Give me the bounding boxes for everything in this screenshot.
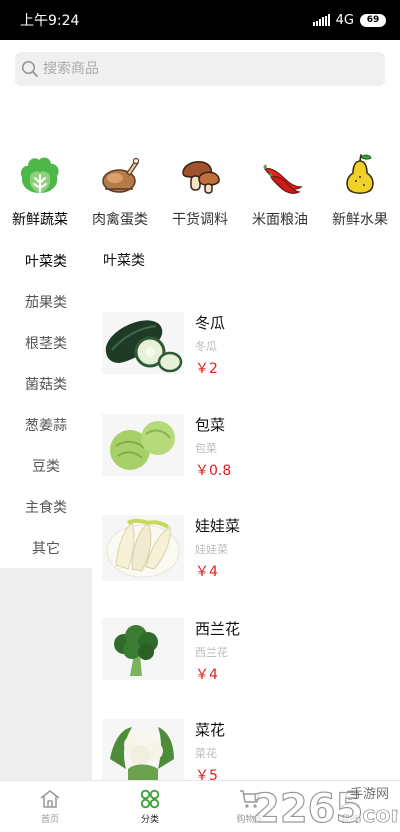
product-subtitle: 西兰花 (195, 646, 228, 659)
category-label: 肉禽蛋类 (92, 212, 148, 228)
sidebar-item-leafy[interactable]: 叶菜类 (0, 240, 92, 281)
network-type: 4G (335, 12, 354, 28)
status-time: 上午9:24 (20, 13, 80, 29)
product-card[interactable]: 西兰花 西兰花 ￥4 (102, 618, 392, 698)
roast-chicken-icon (96, 150, 144, 198)
product-name: 西兰花 (195, 620, 241, 638)
cart-icon (240, 789, 260, 808)
product-image-cabbage (102, 414, 184, 476)
category-label: 新鲜水果 (332, 212, 388, 228)
product-image-cauliflower (102, 719, 184, 781)
product-image-baby-cabbage (102, 515, 184, 581)
sidebar-item-aromatics[interactable]: 葱姜蒜 (0, 404, 92, 445)
nav-home[interactable]: 首页 (0, 781, 100, 832)
search-icon (21, 60, 38, 77)
product-subtitle: 菜花 (195, 747, 217, 760)
nav-cart[interactable]: 购物车 (200, 781, 300, 832)
nav-label: 分类 (140, 814, 159, 825)
product-name: 菜花 (195, 721, 226, 739)
nav-label: 购物车 (236, 814, 264, 825)
category-fresh-vegetables[interactable]: 新鲜蔬菜 (0, 150, 80, 232)
section-title: 叶菜类 (103, 253, 145, 269)
sidebar-item-beans[interactable]: 豆类 (0, 445, 92, 486)
mushroom-icon (176, 150, 224, 198)
product-image-broccoli (102, 618, 184, 680)
product-price: ￥2 (195, 361, 218, 377)
clover-grid-icon (140, 789, 160, 808)
category-rice-flour-oil[interactable]: 米面粮油 (240, 150, 320, 232)
user-icon (341, 789, 359, 808)
nav-label: 我的 (340, 814, 359, 825)
product-name: 娃娃菜 (195, 517, 241, 535)
sidebar-item-mushroom[interactable]: 菌菇类 (0, 363, 92, 404)
product-card[interactable]: 娃娃菜 娃娃菜 ￥4 (102, 515, 392, 595)
category-meat-eggs[interactable]: 肉禽蛋类 (80, 150, 160, 232)
product-card[interactable]: 冬瓜 冬瓜 ￥2 (102, 312, 392, 392)
product-name: 冬瓜 (195, 314, 226, 332)
nav-profile[interactable]: 我的 (300, 781, 400, 832)
status-bar: 上午9:24 4G 69 (0, 0, 400, 40)
nav-label: 首页 (40, 814, 59, 825)
pear-icon (336, 150, 384, 198)
sidebar-item-other[interactable]: 其它 (0, 527, 92, 568)
subcategory-sidebar: 叶菜类 茄果类 根茎类 菌菇类 葱姜蒜 豆类 主食类 其它 (0, 240, 92, 780)
category-label: 干货调料 (172, 212, 228, 228)
lettuce-icon (16, 150, 64, 198)
signal-icon (312, 14, 330, 26)
product-image-winter-melon (102, 312, 184, 374)
category-label: 米面粮油 (252, 212, 308, 228)
category-label: 新鲜蔬菜 (12, 212, 68, 228)
sidebar-item-root[interactable]: 根茎类 (0, 322, 92, 363)
product-card[interactable]: 包菜 包菜 ￥0.8 (102, 414, 392, 494)
battery-icon: 69 (360, 13, 386, 27)
app-screen: 上午9:24 4G 69 新鲜蔬菜 (0, 0, 400, 832)
bottom-nav: 首页 分类 购物车 我的 (0, 780, 400, 832)
product-subtitle: 冬瓜 (195, 340, 217, 353)
subcategory-list: 叶菜类 茄果类 根茎类 菌菇类 葱姜蒜 豆类 主食类 其它 (0, 240, 92, 568)
product-price: ￥4 (195, 667, 218, 683)
home-icon (40, 789, 60, 808)
search-bar[interactable] (15, 52, 385, 86)
search-input[interactable] (43, 61, 363, 77)
product-subtitle: 包菜 (195, 442, 217, 455)
chili-icon (256, 150, 304, 198)
category-dried-seasoning[interactable]: 干货调料 (160, 150, 240, 232)
sidebar-item-staples[interactable]: 主食类 (0, 486, 92, 527)
category-fresh-fruit[interactable]: 新鲜水果 (320, 150, 400, 232)
nav-category[interactable]: 分类 (100, 781, 200, 832)
product-price: ￥4 (195, 564, 218, 580)
category-row: 新鲜蔬菜 肉禽蛋类 干货调料 米面粮油 新鲜水果 (0, 150, 400, 232)
product-price: ￥0.8 (195, 463, 232, 479)
status-indicators: 4G 69 (312, 12, 386, 28)
product-subtitle: 娃娃菜 (195, 543, 228, 556)
product-name: 包菜 (195, 416, 226, 434)
sidebar-item-nightshade[interactable]: 茄果类 (0, 281, 92, 322)
